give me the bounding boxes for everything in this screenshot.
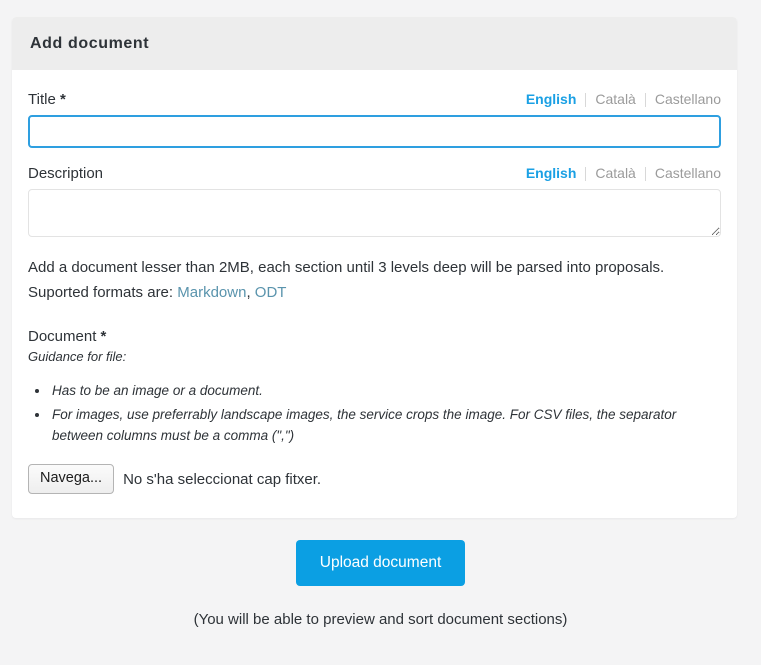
upload-document-button[interactable]: Upload document <box>295 540 466 586</box>
title-locale-tab-english[interactable]: English <box>517 91 586 108</box>
title-label-text: Title <box>28 91 56 108</box>
title-locale-tab-catala[interactable]: Català <box>586 91 644 108</box>
document-label-text: Document <box>28 328 97 345</box>
guidance-list: Has to be an image or a document. For im… <box>28 380 721 446</box>
title-locale-tab-castellano[interactable]: Castellano <box>646 91 721 108</box>
guidance-title: Guidance for file: <box>28 349 127 364</box>
title-label: Title * <box>28 90 66 109</box>
page-title: Add document <box>30 35 150 52</box>
document-required-marker: * <box>100 328 107 345</box>
add-document-card: Add document Title * English Català Cast… <box>12 17 737 518</box>
help-line-formats: Suported formats are: Markdown, ODT <box>28 280 721 305</box>
help-line-size: Add a document lesser than 2MB, each sec… <box>28 259 665 276</box>
help-formats-prefix: Suported formats are: <box>28 284 178 301</box>
card-header: Add document <box>12 17 737 70</box>
document-field-group: Document * Guidance for file: Has to be … <box>28 327 721 494</box>
title-locale-tabs: English Català Castellano <box>517 91 721 108</box>
add-document-page: Add document Title * English Català Cast… <box>0 0 761 665</box>
file-selection-status: No s'ha seleccionat cap fitxer. <box>123 470 322 488</box>
description-locale-tab-english[interactable]: English <box>517 165 586 182</box>
list-item: For images, use preferrably landscape im… <box>50 404 721 446</box>
title-field-group: Title * English Català Castellano <box>28 90 721 148</box>
description-locale-tab-castellano[interactable]: Castellano <box>646 165 721 182</box>
document-label: Document * <box>28 327 721 347</box>
markdown-link[interactable]: Markdown <box>177 284 246 301</box>
footer-note: (You will be able to preview and sort do… <box>193 611 568 628</box>
document-help-text: Add a document lesser than 2MB, each sec… <box>28 255 721 305</box>
description-label: Description <box>28 165 104 182</box>
description-locale-tabs: English Català Castellano <box>517 165 721 182</box>
odt-link[interactable]: ODT <box>255 284 287 301</box>
description-field-head: Description English Català Castellano <box>28 164 721 183</box>
card-body: Title * English Català Castellano Descri… <box>12 70 737 518</box>
title-input[interactable] <box>28 115 721 148</box>
browse-file-button[interactable]: Navega... <box>28 464 115 494</box>
help-formats-separator: , <box>246 284 255 301</box>
title-required-marker: * <box>59 91 66 108</box>
file-upload-row: Navega... No s'ha seleccionat cap fitxer… <box>28 464 721 494</box>
title-field-head: Title * English Català Castellano <box>28 90 721 109</box>
description-locale-tab-catala[interactable]: Català <box>586 165 644 182</box>
description-field-group: Description English Català Castellano <box>28 164 721 237</box>
form-footer: Upload document (You will be able to pre… <box>0 540 761 630</box>
list-item: Has to be an image or a document. <box>50 380 721 401</box>
description-textarea[interactable] <box>28 189 721 237</box>
